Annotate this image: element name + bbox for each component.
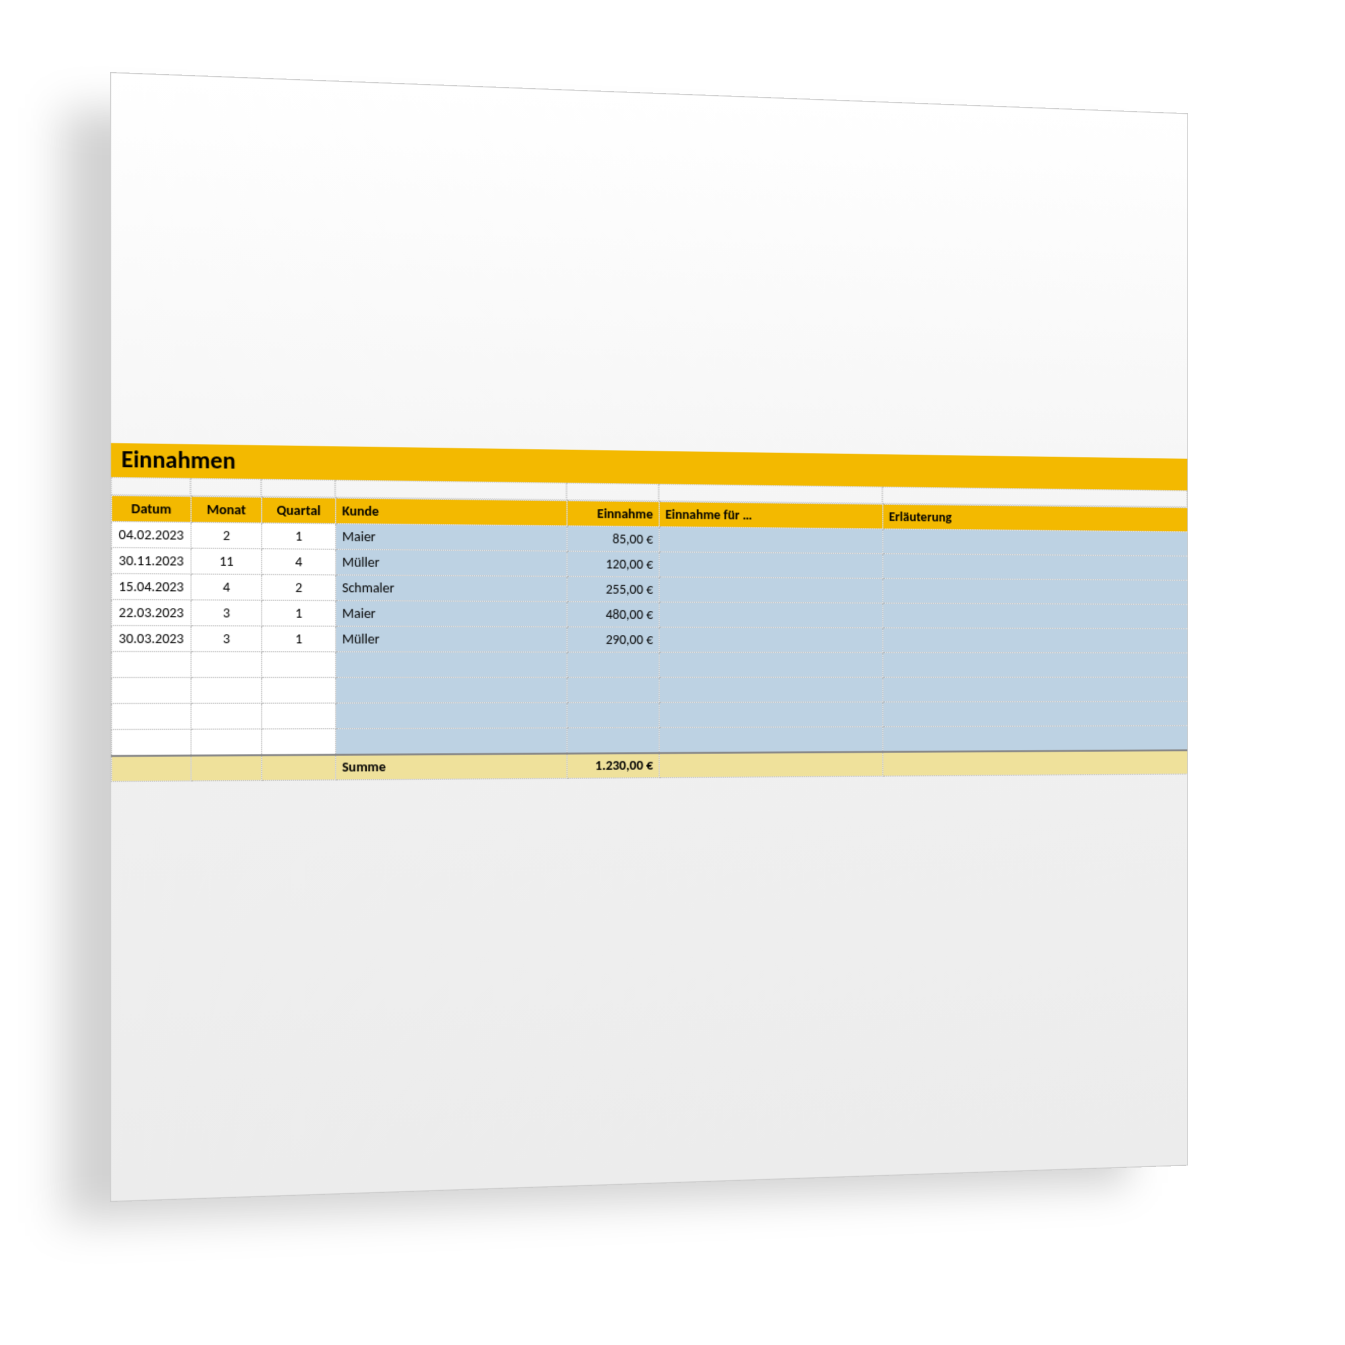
cell-kunde[interactable] xyxy=(336,703,567,729)
cell-monat[interactable] xyxy=(191,652,262,678)
cell-monat[interactable]: 4 xyxy=(191,574,262,600)
page-title-text: Einnahmen xyxy=(121,445,235,475)
col-header-monat[interactable]: Monat xyxy=(191,496,262,523)
cell-quartal[interactable]: 2 xyxy=(262,574,336,600)
spreadsheet-page: Einnahmen Datum Monat Quartal Kunde xyxy=(110,72,1188,1202)
cell-datum[interactable] xyxy=(112,729,191,755)
summary-cell-empty xyxy=(112,755,191,781)
cell-datum[interactable] xyxy=(112,703,191,729)
cell-datum[interactable]: 04.02.2023 xyxy=(112,522,191,549)
cell-erl[interactable] xyxy=(883,554,1188,581)
cell-quartal[interactable] xyxy=(262,652,336,678)
cell-quartal[interactable]: 1 xyxy=(262,523,336,549)
cell-monat[interactable]: 11 xyxy=(191,548,262,574)
income-table: Datum Monat Quartal Kunde Einnahme Einna… xyxy=(111,495,1188,782)
cell-datum[interactable]: 15.04.2023 xyxy=(112,574,191,600)
summary-cell-empty xyxy=(883,750,1188,776)
summary-cell-empty xyxy=(659,751,883,777)
col-header-datum[interactable]: Datum xyxy=(112,496,191,523)
cell-fuer[interactable] xyxy=(659,627,883,652)
cell-fuer[interactable] xyxy=(659,727,883,753)
cell-fuer[interactable] xyxy=(659,602,883,628)
table-row: 30.03.202331Müller290,00 € xyxy=(112,626,1189,653)
cell-einnahme[interactable]: 120,00 € xyxy=(567,551,659,577)
cell-einnahme[interactable]: 255,00 € xyxy=(567,576,659,602)
cell-fuer[interactable] xyxy=(659,577,883,603)
cell-erl[interactable] xyxy=(883,603,1188,629)
summary-label: Summe xyxy=(336,753,567,780)
cell-kunde[interactable]: Schmaler xyxy=(336,575,567,602)
col-header-fuer[interactable]: Einnahme für … xyxy=(659,502,883,529)
cell-fuer[interactable] xyxy=(659,652,883,677)
cell-quartal[interactable] xyxy=(262,677,336,703)
cell-quartal[interactable] xyxy=(262,703,336,729)
cell-kunde[interactable]: Maier xyxy=(336,601,567,627)
cell-einnahme[interactable] xyxy=(567,652,659,677)
cell-datum[interactable] xyxy=(112,677,191,703)
col-header-quartal[interactable]: Quartal xyxy=(262,497,336,523)
summary-cell-empty xyxy=(262,754,336,780)
summary-cell-empty xyxy=(191,755,262,781)
cell-erl[interactable] xyxy=(883,677,1188,702)
cell-monat[interactable] xyxy=(191,677,262,703)
cell-kunde[interactable] xyxy=(336,728,567,754)
table-row xyxy=(112,677,1189,703)
summary-amount: 1.230,00 € xyxy=(567,753,659,779)
cell-erl[interactable] xyxy=(883,628,1188,653)
cell-einnahme[interactable]: 290,00 € xyxy=(567,627,659,652)
cell-monat[interactable]: 2 xyxy=(191,522,262,548)
cell-fuer[interactable] xyxy=(659,552,883,579)
cell-datum[interactable]: 30.03.2023 xyxy=(112,626,191,652)
cell-datum[interactable] xyxy=(112,652,191,678)
cell-erl[interactable] xyxy=(883,578,1188,604)
col-header-kunde[interactable]: Kunde xyxy=(336,498,567,526)
cell-quartal[interactable] xyxy=(262,729,336,755)
cell-fuer[interactable] xyxy=(659,702,883,728)
cell-fuer[interactable] xyxy=(659,677,883,702)
cell-einnahme[interactable] xyxy=(567,677,659,702)
cell-fuer[interactable] xyxy=(659,527,883,554)
cell-einnahme[interactable]: 480,00 € xyxy=(567,602,659,628)
cell-quartal[interactable]: 1 xyxy=(262,626,336,652)
cell-kunde[interactable] xyxy=(336,652,567,678)
cell-monat[interactable]: 3 xyxy=(191,626,262,652)
summary-row: Summe 1.230,00 € xyxy=(112,750,1189,782)
cell-kunde[interactable]: Müller xyxy=(336,626,567,652)
cell-erl[interactable] xyxy=(883,701,1188,726)
cell-datum[interactable]: 30.11.2023 xyxy=(112,548,191,574)
cell-erl[interactable] xyxy=(883,653,1188,678)
cell-datum[interactable]: 22.03.2023 xyxy=(112,600,191,626)
cell-einnahme[interactable] xyxy=(567,702,659,727)
cell-erl[interactable] xyxy=(883,529,1188,556)
cell-kunde[interactable]: Müller xyxy=(336,549,567,576)
cell-kunde[interactable] xyxy=(336,677,567,703)
cell-quartal[interactable]: 1 xyxy=(262,600,336,626)
table-row xyxy=(112,652,1189,678)
cell-erl[interactable] xyxy=(883,726,1188,752)
cell-quartal[interactable]: 4 xyxy=(262,549,336,575)
table-row: 22.03.202331Maier480,00 € xyxy=(112,600,1189,629)
cell-einnahme[interactable]: 85,00 € xyxy=(567,526,659,552)
col-header-erl[interactable]: Erläuterung xyxy=(883,504,1188,532)
cell-einnahme[interactable] xyxy=(567,728,659,754)
col-header-einnahme[interactable]: Einnahme xyxy=(567,501,659,527)
cell-monat[interactable]: 3 xyxy=(191,600,262,626)
cell-kunde[interactable]: Maier xyxy=(336,524,567,551)
cell-monat[interactable] xyxy=(191,729,262,755)
cell-monat[interactable] xyxy=(191,703,262,729)
